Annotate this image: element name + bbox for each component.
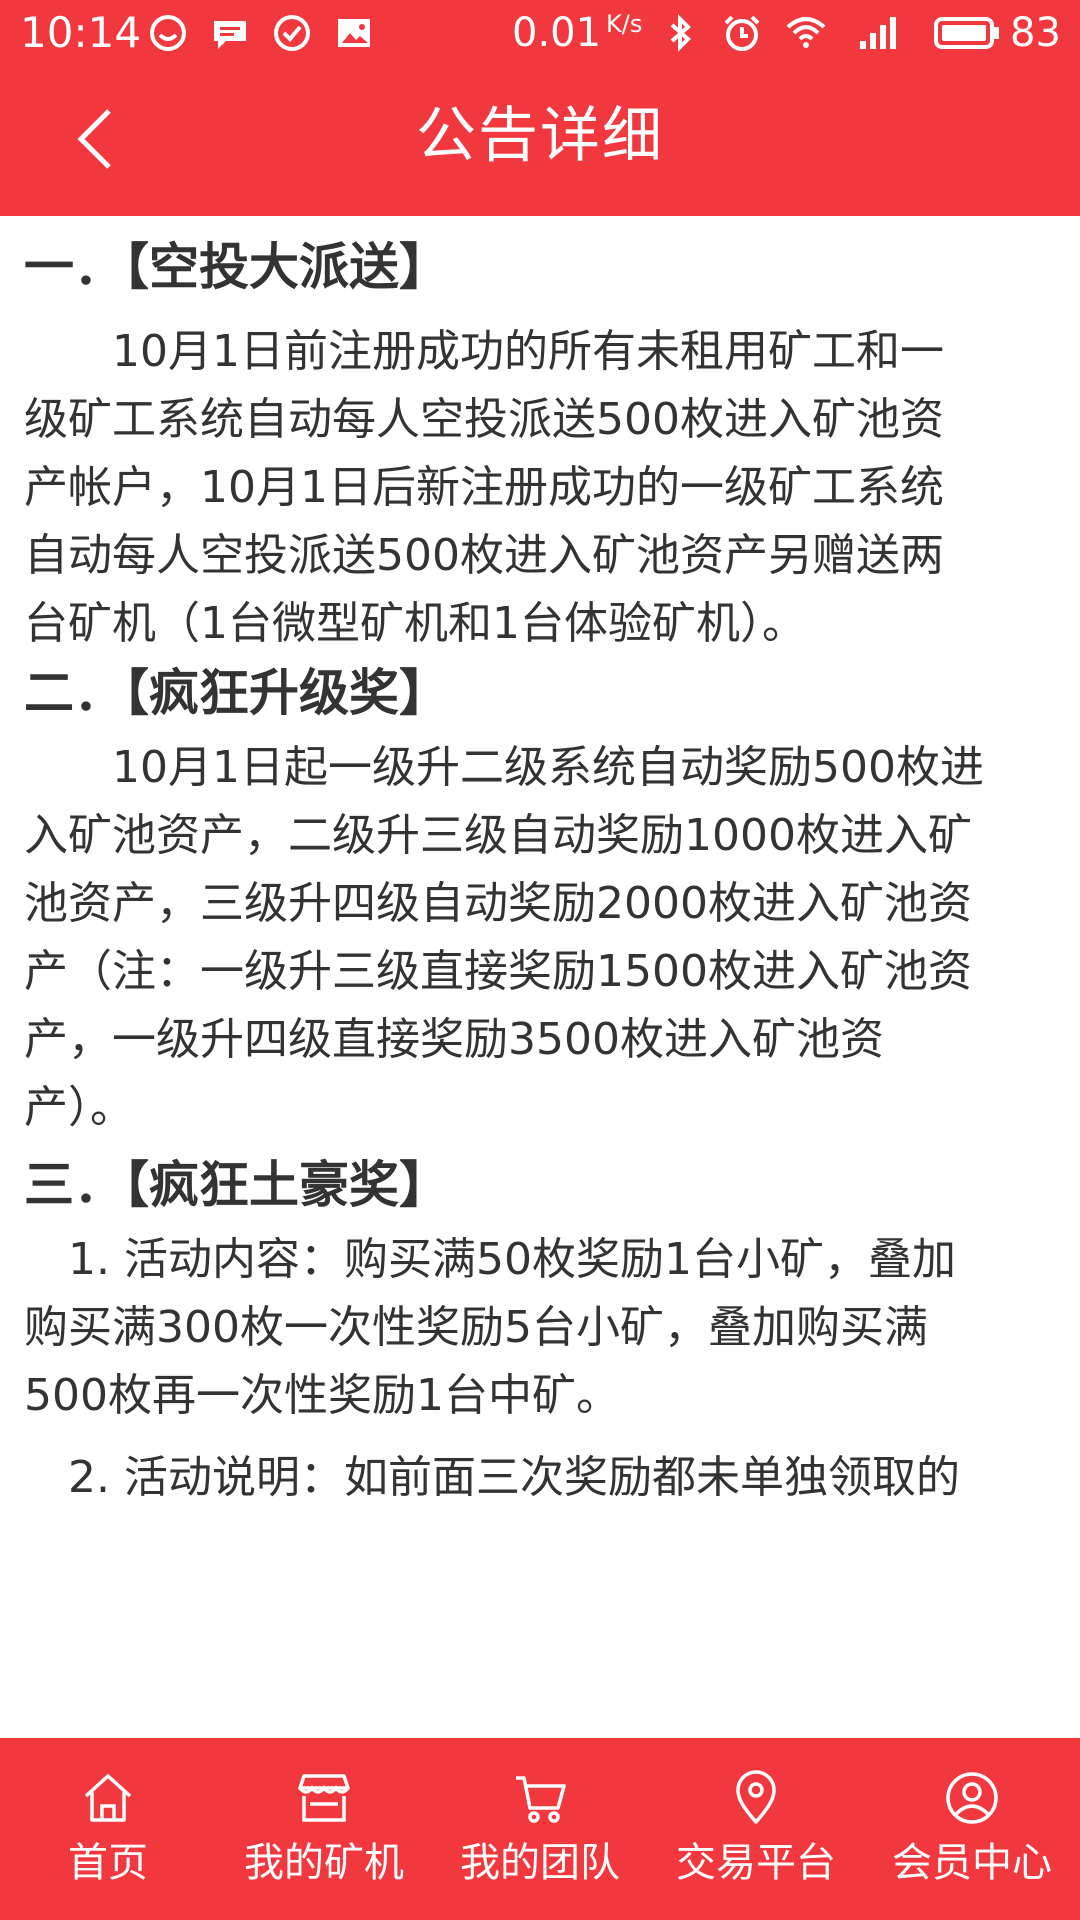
section-1-line-1: 10月1日前注册成功的所有未租用矿工和一 — [24, 326, 944, 377]
network-speed-unit: K/s — [606, 10, 643, 38]
cart-icon — [516, 1776, 566, 1823]
screen: 10:14 0.01 K/s 83 公告详细 一．【空投大派送】 10月1日前注… — [0, 0, 1080, 1920]
nav-label-trading-platform: 交易平台 — [676, 1840, 836, 1886]
announcement-content: 一．【空投大派送】 10月1日前注册成功的所有未租用矿工和一 级矿工系统自动每人… — [0, 216, 1080, 1738]
section-3-line-2: 购买满300枚一次性奖励5台小矿，叠加购买满 — [24, 1302, 928, 1353]
chevron-left-icon — [77, 109, 111, 169]
section-heading-3: 三．【疯狂土豪奖】 — [24, 1156, 449, 1214]
section-2-line-6: 产）。 — [24, 1082, 134, 1133]
smiley-notification-icon — [150, 15, 186, 51]
section-2-line-1: 10月1日起一级升二级系统自动奖励500枚进 — [24, 742, 984, 793]
nav-label-my-team: 我的团队 — [460, 1840, 620, 1886]
page-title: 公告详细 — [416, 101, 664, 171]
location-pin-icon — [736, 1770, 776, 1824]
battery-icon — [934, 17, 999, 49]
nav-item-home[interactable]: 首页 — [0, 1738, 216, 1920]
section-3-line-1: 1. 活动内容：购买满50枚奖励1台小矿，叠加 — [24, 1234, 956, 1285]
title-bar: 公告详细 — [0, 66, 1080, 216]
nav-label-member-center: 会员中心 — [892, 1840, 1052, 1886]
section-2-line-5: 产，一级升四级直接奖励3500枚进入矿池资 — [24, 1014, 884, 1065]
section-1-line-2: 级矿工系统自动每人空投派送500枚进入矿池资 — [24, 394, 944, 445]
image-notification-icon — [338, 19, 370, 47]
chat-notification-icon — [214, 21, 246, 49]
alarm-icon — [724, 15, 760, 51]
battery-percent: 83 — [1010, 10, 1061, 56]
section-heading-2: 二．【疯狂升级奖】 — [24, 664, 449, 722]
bottom-navigation: 首页 我的矿机 我的团队 交易平台 会员中心 — [0, 1738, 1080, 1920]
nav-item-member-center[interactable]: 会员中心 — [864, 1738, 1080, 1920]
status-time: 10:14 — [20, 8, 142, 57]
user-icon — [946, 1772, 998, 1824]
section-2-line-4: 产（注：一级升三级直接奖励1500枚进入矿池资 — [24, 946, 972, 997]
back-button[interactable] — [50, 94, 140, 184]
store-icon — [298, 1774, 350, 1822]
section-3-line-3: 500枚再一次性奖励1台中矿。 — [24, 1370, 620, 1421]
status-bar: 10:14 0.01 K/s 83 — [0, 0, 1080, 66]
section-2-line-3: 池资产，三级升四级自动奖励2000枚进入矿池资 — [24, 878, 972, 929]
bluetooth-icon — [670, 14, 691, 52]
check-notification-icon — [274, 15, 310, 51]
section-1-line-4: 自动每人空投派送500枚进入矿池资产另赠送两 — [24, 530, 944, 581]
section-heading-1: 一．【空投大派送】 — [24, 238, 449, 296]
nav-label-home: 首页 — [68, 1840, 148, 1886]
nav-label-my-miners: 我的矿机 — [244, 1840, 404, 1886]
section-1-line-3: 产帐户，10月1日后新注册成功的一级矿工系统 — [24, 462, 944, 513]
home-icon — [84, 1774, 132, 1822]
section-3-line-4: 2. 活动说明：如前面三次奖励都未单独领取的 — [24, 1452, 960, 1503]
nav-item-trading-platform[interactable]: 交易平台 — [648, 1738, 864, 1920]
section-2-line-2: 入矿池资产，二级升三级自动奖励1000枚进入矿 — [24, 810, 972, 861]
wifi-icon — [786, 17, 826, 48]
signal-icon — [860, 17, 896, 49]
nav-item-my-team[interactable]: 我的团队 — [432, 1738, 648, 1920]
nav-item-my-miners[interactable]: 我的矿机 — [216, 1738, 432, 1920]
section-1-line-5: 台矿机（1台微型矿机和1台体验矿机）。 — [24, 598, 806, 649]
network-speed: 0.01 — [512, 10, 602, 56]
